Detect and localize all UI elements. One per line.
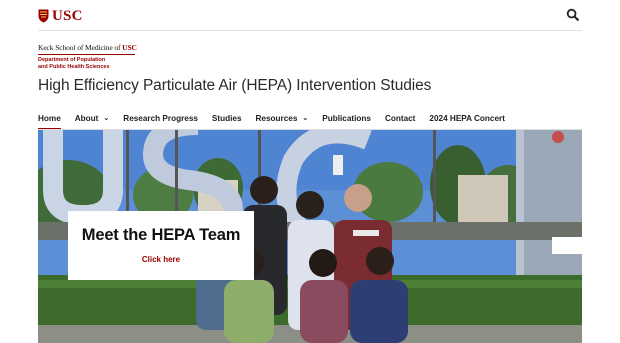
click-here-link[interactable]: Click here [68,255,254,264]
nav-item-label: Studies [211,114,242,123]
header-divider [38,30,582,31]
usc-logo[interactable]: USC [38,6,83,26]
nav-item-contact[interactable]: Contact [385,109,415,130]
nav-item-hepa-concert[interactable]: 2024 HEPA Concert [429,109,505,130]
usc-shield-icon [38,9,49,23]
nav-item-label: Contact [384,114,416,123]
keck-school-usc: USC [122,43,137,52]
usc-wordmark: USC [52,7,83,24]
nav-item-label: Publications [322,114,371,123]
main-nav: Home About ⌄ Research Progress Studies Re… [38,109,519,130]
nav-item-publications[interactable]: Publications [322,109,371,130]
nav-item-label: Research Progress [123,114,198,123]
nav-item-studies[interactable]: Studies [212,109,242,130]
department-name: Department of Population and Public Heal… [38,57,110,70]
top-bar: USC [38,6,582,28]
nav-item-resources[interactable]: Resources ⌄ [256,109,309,130]
nav-item-label: About [74,114,99,123]
nav-item-label: 2024 HEPA Concert [429,114,505,123]
keck-school-name: Keck School of Medicine of USC [38,43,238,52]
keck-school-logo[interactable]: Keck School of Medicine of USC Departmen… [38,43,238,70]
nav-item-research-progress[interactable]: Research Progress [123,109,198,130]
chevron-down-icon: ⌄ [302,115,309,122]
nav-item-about[interactable]: About ⌄ [75,109,110,130]
hero-overlay-block [552,237,582,254]
keck-divider [38,54,135,55]
keck-school-prefix: Keck School of Medicine of [38,43,123,52]
site-title[interactable]: High Efficiency Particulate Air (HEPA) I… [38,77,431,95]
nav-item-label: Resources [255,114,298,123]
callout-title: Meet the HEPA Team [81,226,241,244]
hero-callout-card: Meet the HEPA Team Click here [68,211,254,280]
search-icon[interactable] [566,8,580,22]
chevron-down-icon: ⌄ [103,115,110,122]
nav-item-home[interactable]: Home [38,109,61,130]
nav-item-label: Home [38,114,61,123]
